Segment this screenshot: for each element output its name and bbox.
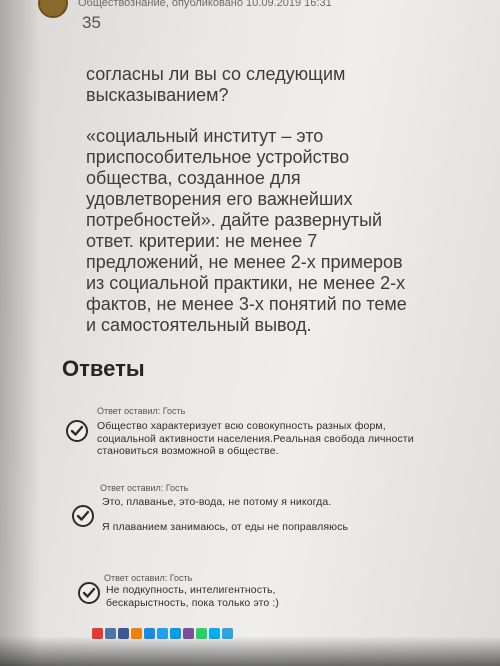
question-paragraph: «социальный институт – это приспособител…	[86, 126, 407, 335]
answer-text: Не подкупность, интелигентность, бескары…	[106, 584, 346, 609]
answer-author: Ответ оставил: Гость	[97, 406, 186, 416]
answer-paragraph: Общество характеризует всю совокупность …	[97, 420, 414, 457]
answer-text: Это, плаванье, это-вода, не потому я ник…	[102, 496, 422, 533]
answer-author: Ответ оставил: Гость	[104, 573, 193, 583]
screen: Обществознание, опубликовано 10.09.2019 …	[0, 0, 500, 666]
question-text: согласны ли вы со следующим высказывание…	[86, 64, 416, 336]
answer-text: Общество характеризует всю совокупность …	[97, 420, 417, 458]
avatar	[38, 0, 68, 18]
photo-shadow-bottom	[0, 636, 500, 666]
answer-paragraph: Не подкупность, интелигентность, бескары…	[106, 584, 279, 609]
checkmark-icon[interactable]	[78, 582, 100, 604]
question-paragraph: согласны ли вы со следующим высказывание…	[86, 64, 346, 105]
answer-author: Ответ оставил: Гость	[100, 483, 189, 493]
question-points: 35	[82, 13, 101, 32]
answers-heading: Ответы	[62, 356, 145, 381]
answer-paragraph: Я плаванием занимаюсь, от еды не поправл…	[102, 520, 349, 533]
checkmark-icon[interactable]	[66, 420, 88, 442]
checkmark-icon[interactable]	[72, 505, 94, 527]
answer-paragraph: Это, плаванье, это-вода, не потому я ник…	[102, 496, 332, 508]
photo-shadow	[0, 0, 40, 666]
question-meta: Обществознание, опубликовано 10.09.2019 …	[78, 0, 332, 9]
